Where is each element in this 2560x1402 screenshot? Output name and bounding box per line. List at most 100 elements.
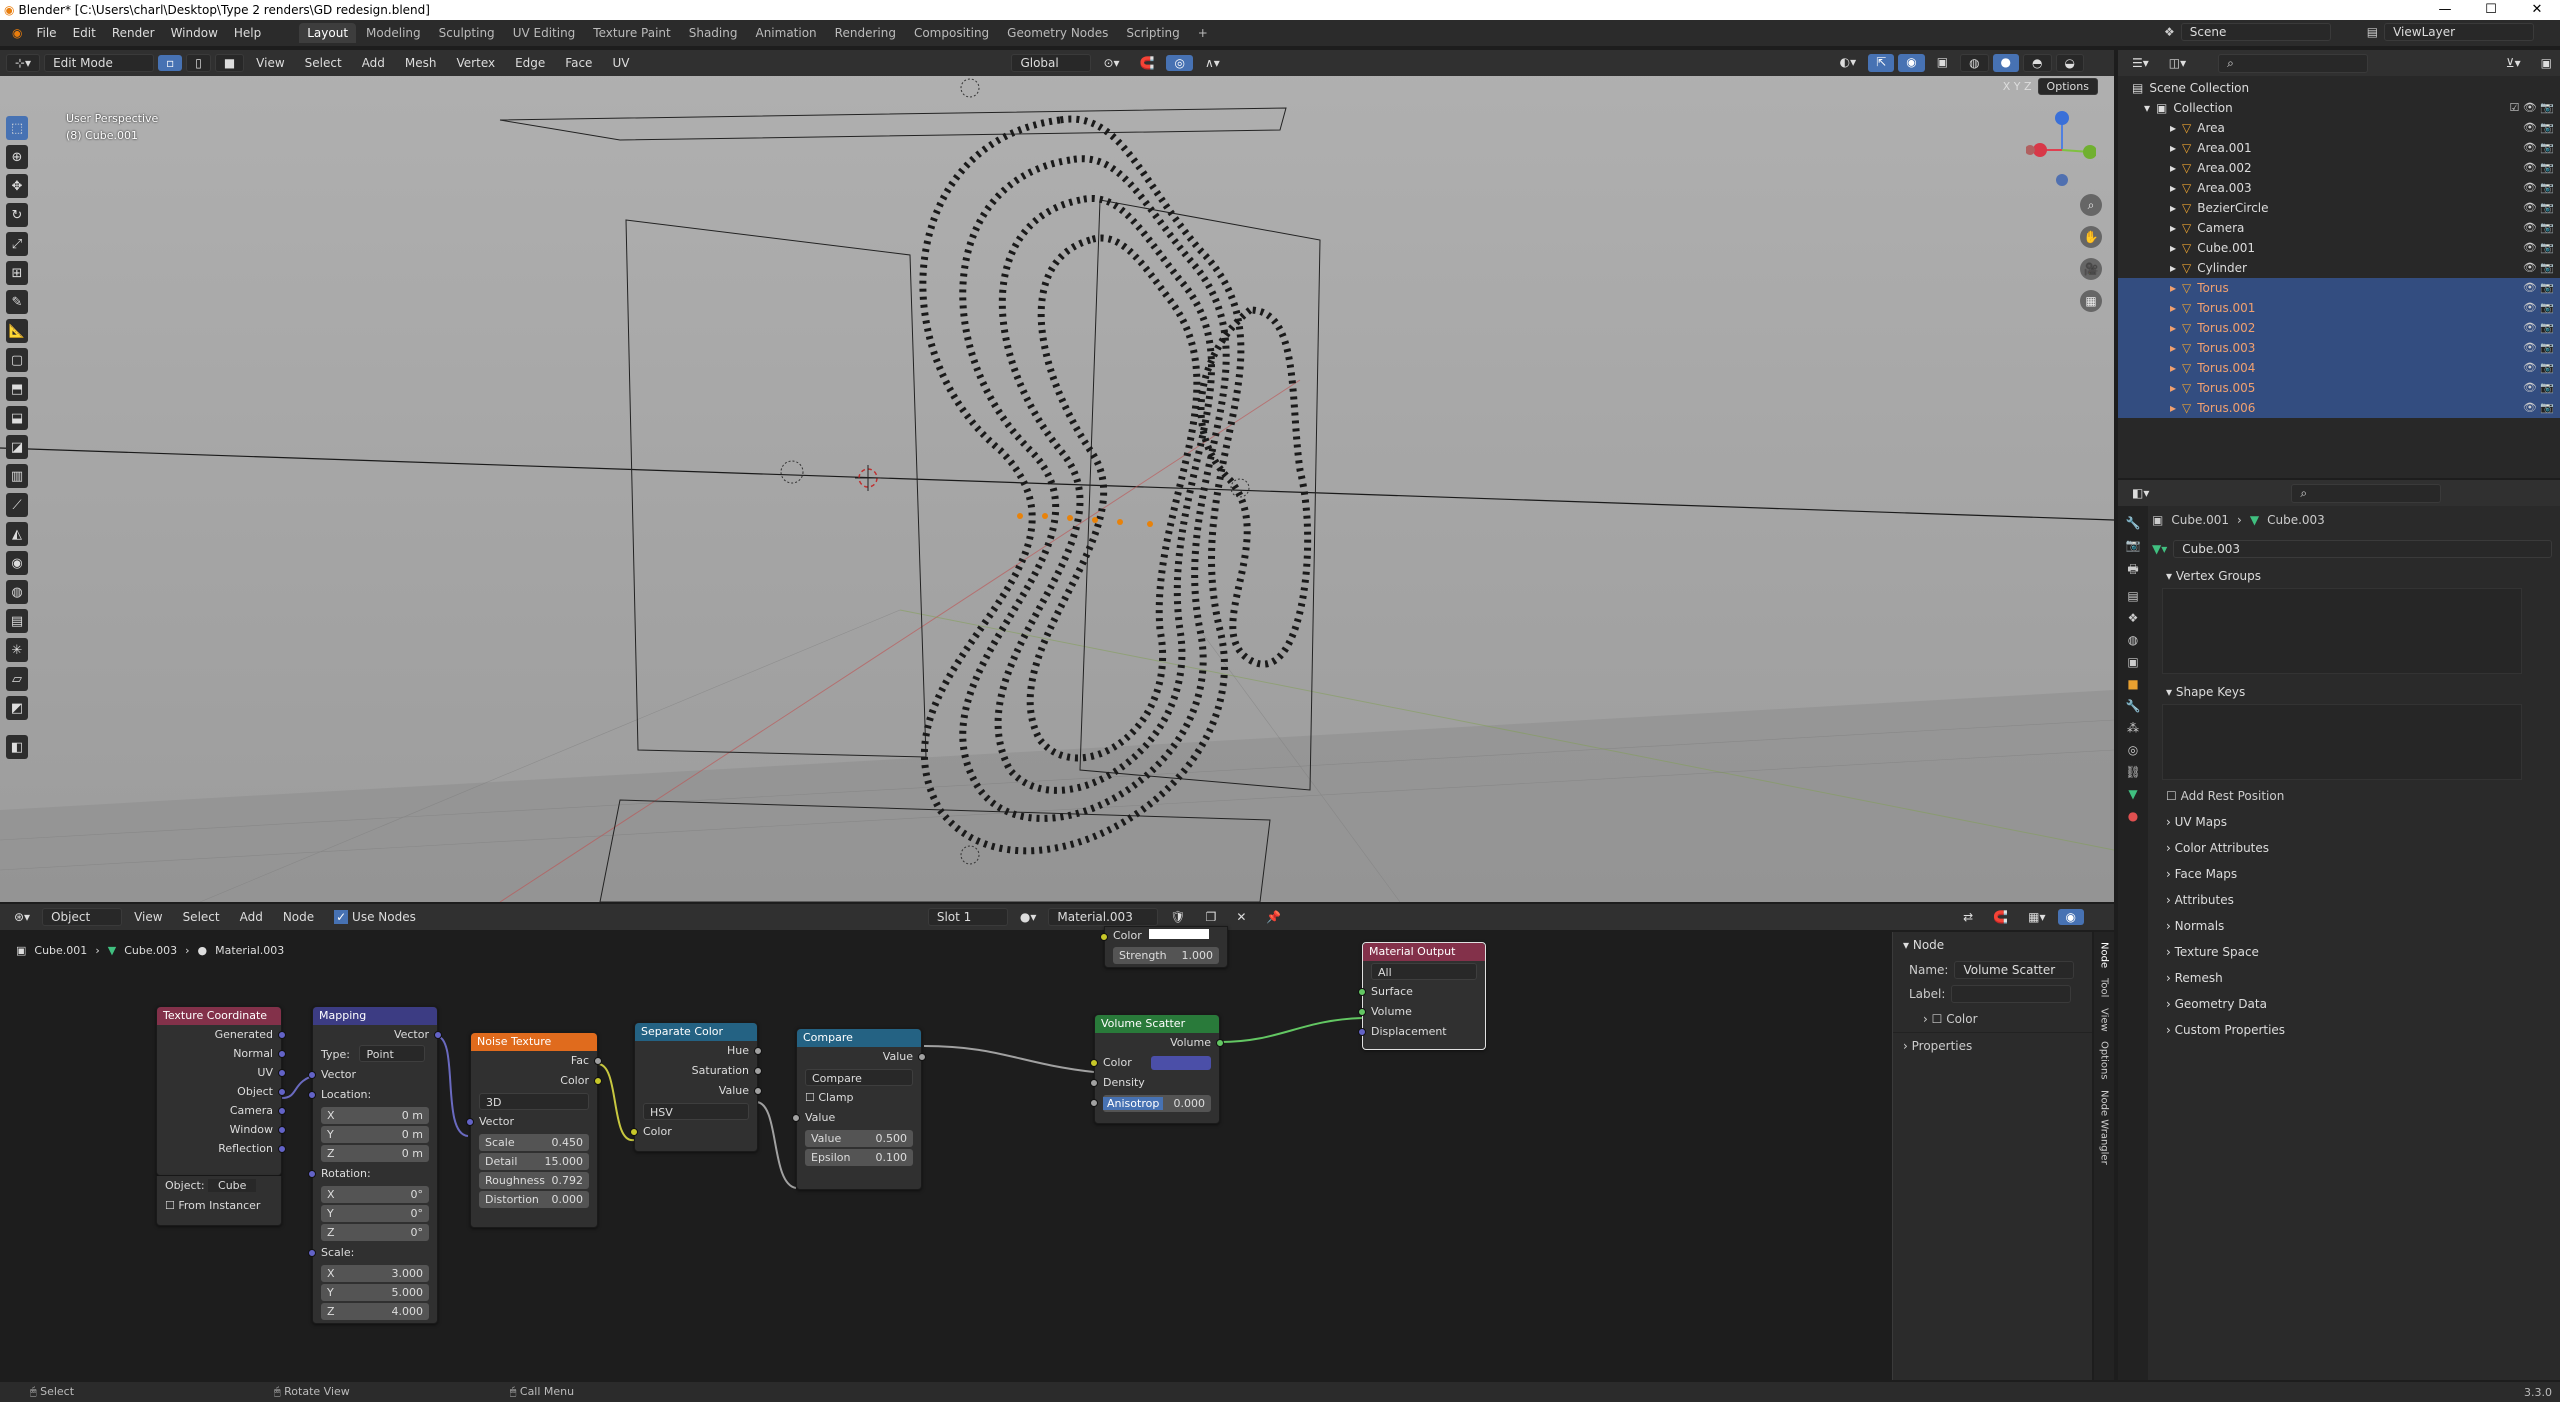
unlink-material-icon[interactable]: ✕ [1228, 909, 1254, 925]
magnet-icon[interactable]: 🧲 [1985, 909, 2016, 925]
expand-icon[interactable]: ▸ [2170, 238, 2176, 258]
outliner-search-input[interactable]: ⌕ [2218, 53, 2369, 73]
loop-cut-icon[interactable]: ▥ [6, 464, 28, 488]
sidebar-tab-tool[interactable]: Tool [2099, 978, 2110, 997]
overlay-toggle-icon[interactable]: ◉ [1898, 54, 1925, 72]
menu-file[interactable]: File [28, 26, 64, 40]
visibility-icon[interactable]: 👁 📷 [2523, 298, 2554, 318]
node-color-subpanel[interactable]: › ☐ Color [1893, 1006, 2092, 1032]
visibility-icon[interactable]: 👁 📷 [2523, 198, 2554, 218]
move-icon[interactable]: ✥ [6, 174, 28, 198]
rotation-y-field[interactable]: Y 0° [321, 1205, 429, 1222]
node-header[interactable]: Mapping [313, 1007, 437, 1025]
sidebar-tab-node[interactable]: Node [2099, 942, 2110, 968]
expand-icon[interactable]: ▸ [2170, 358, 2176, 378]
node-header[interactable]: Volume Scatter [1095, 1015, 1219, 1033]
outliner-item[interactable]: ▸ ▽ Camera 👁 📷 [2118, 218, 2560, 238]
node-header[interactable]: Compare [797, 1029, 921, 1047]
node-header[interactable]: Material Output [1363, 943, 1485, 961]
tab-rendering[interactable]: Rendering [827, 23, 904, 43]
visibility-icon[interactable]: 👁 📷 [2523, 358, 2554, 378]
smooth-icon[interactable]: ◍ [6, 580, 28, 604]
roughness-field[interactable]: Roughness 0.792 [479, 1172, 589, 1189]
properties-panel[interactable]: › Custom Properties [2152, 1016, 2552, 1042]
color-swatch[interactable] [1151, 1056, 1211, 1070]
operation-dropdown[interactable]: Compare [805, 1069, 913, 1086]
material-tab-icon[interactable]: ● [2128, 809, 2138, 823]
menu-select[interactable]: Select [175, 909, 228, 925]
expand-icon[interactable]: ▸ [2170, 318, 2176, 338]
vertex-groups-panel[interactable]: ▾ Vertex Groups [2152, 562, 2552, 588]
attribute-icon[interactable]: ◧ [6, 735, 28, 759]
pin-icon[interactable]: 📌 [1258, 909, 1289, 925]
display-mode-icon[interactable]: ◫▾ [2161, 55, 2194, 71]
menu-view[interactable]: View [248, 55, 292, 71]
expand-icon[interactable]: ▾ [2144, 98, 2150, 118]
node-label-field[interactable] [1951, 985, 2072, 1003]
sidebar-tab-options[interactable]: Options [2099, 1041, 2110, 1080]
blender-menu-icon[interactable]: ◉ [6, 26, 28, 40]
collection-row[interactable]: ▾ ▣ Collection ☑ 👁 📷 [2118, 98, 2560, 118]
pivot-icon[interactable]: ⊙▾ [1095, 55, 1127, 71]
detail-field[interactable]: Detail 15.000 [479, 1153, 589, 1170]
properties-panel[interactable]: › UV Maps [2152, 808, 2552, 834]
material-name-field[interactable]: Material.003 [1048, 908, 1159, 926]
xray-icon[interactable]: ▣ [1929, 54, 1956, 72]
outliner-item[interactable]: ▸ ▽ Torus.006 👁 📷 [2118, 398, 2560, 418]
visibility-icon[interactable]: 👁 📷 [2523, 238, 2554, 258]
properties-search-input[interactable]: ⌕ [2291, 483, 2442, 503]
extrude-icon[interactable]: ⬒ [6, 377, 28, 401]
material-output-node[interactable]: Material Output All Surface Volume Displ… [1358, 942, 1486, 1050]
visibility-icon[interactable]: 👁 📷 [2523, 158, 2554, 178]
volume-scatter-node[interactable]: Volume Scatter Volume Color Density Anis… [1090, 1014, 1224, 1124]
add-workspace-icon[interactable]: + [1190, 23, 1216, 43]
expand-icon[interactable]: ▸ [2170, 398, 2176, 418]
tab-geometry-nodes[interactable]: Geometry Nodes [999, 23, 1116, 43]
outliner-item[interactable]: ▸ ▽ BezierCircle 👁 📷 [2118, 198, 2560, 218]
tab-scripting[interactable]: Scripting [1118, 23, 1187, 43]
shrink-fatten-icon[interactable]: ✳ [6, 638, 28, 662]
gizmo-toggle-icon[interactable]: ⇱ [1868, 54, 1895, 72]
mesh-data-icon[interactable]: ▼▾ [2152, 542, 2167, 556]
outliner-item[interactable]: ▸ ▽ Area.003 👁 📷 [2118, 178, 2560, 198]
target-dropdown[interactable]: All [1371, 963, 1477, 980]
expand-icon[interactable]: ▸ [2170, 378, 2176, 398]
viewport-scene[interactable] [0, 50, 2114, 902]
texture-coordinate-node[interactable]: Texture Coordinate Generated Normal UV O… [156, 1006, 286, 1176]
expand-icon[interactable]: ▸ [2170, 298, 2176, 318]
tab-texture-paint[interactable]: Texture Paint [585, 23, 678, 43]
close-button[interactable]: ✕ [2514, 0, 2560, 20]
location-y-field[interactable]: Y0 m [321, 1126, 429, 1143]
visibility-icon[interactable]: ◐▾ [1832, 54, 1865, 72]
mode-dropdown[interactable]: HSV [643, 1103, 749, 1120]
from-instancer-checkbox[interactable]: ☐ From Instancer [157, 1196, 281, 1216]
minimize-button[interactable]: — [2422, 0, 2468, 20]
node-header[interactable]: Noise Texture [471, 1033, 597, 1051]
select-box-icon[interactable]: ⬚ [6, 116, 28, 140]
outliner-item[interactable]: ▸ ▽ Torus.003 👁 📷 [2118, 338, 2560, 358]
edge-select-button[interactable]: ▯ [186, 54, 211, 72]
expand-icon[interactable]: ▸ [2170, 198, 2176, 218]
visibility-icon[interactable]: 👁 📷 [2523, 338, 2554, 358]
menu-vertex[interactable]: Vertex [449, 55, 504, 71]
node-header[interactable]: Separate Color [635, 1023, 757, 1041]
outliner-item[interactable]: ▸ ▽ Torus 👁 📷 [2118, 278, 2560, 298]
visibility-icon[interactable]: 👁 📷 [2523, 318, 2554, 338]
physics-tab-icon[interactable]: ◎ [2128, 743, 2138, 757]
annotate-icon[interactable]: ✎ [6, 290, 28, 314]
value-field[interactable]: Value 0.500 [805, 1130, 913, 1147]
outliner-item[interactable]: ▸ ▽ Area 👁 📷 [2118, 118, 2560, 138]
scale-field[interactable]: Scale 0.450 [479, 1134, 589, 1151]
tab-layout[interactable]: Layout [299, 23, 357, 43]
expand-icon[interactable]: ▸ [2170, 178, 2176, 198]
tab-uv-editing[interactable]: UV Editing [505, 23, 584, 43]
menu-edit[interactable]: Edit [65, 26, 104, 40]
menu-help[interactable]: Help [226, 26, 269, 40]
shader-type-selector[interactable]: Object [42, 908, 123, 926]
proportional-edit-icon[interactable]: ◎ [1166, 55, 1193, 71]
particles-tab-icon[interactable]: ⁂ [2127, 721, 2139, 735]
falloff-icon[interactable]: ∧▾ [1197, 55, 1228, 71]
scale-icon[interactable]: ⤢ [6, 232, 28, 256]
menu-view[interactable]: View [126, 909, 170, 925]
material-browse-icon[interactable]: ●▾ [1012, 909, 1045, 925]
